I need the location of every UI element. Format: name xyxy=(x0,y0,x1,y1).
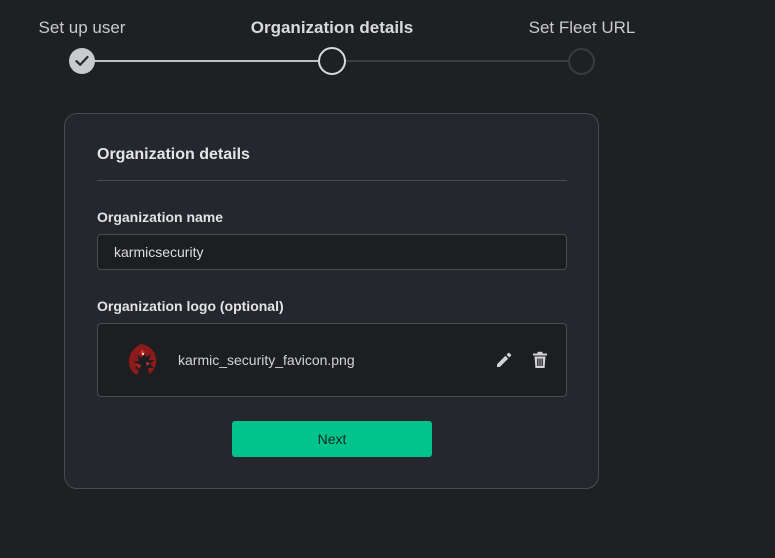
edit-logo-button[interactable] xyxy=(494,350,514,370)
organization-details-card: Organization details Organization name O… xyxy=(64,113,599,489)
next-button[interactable]: Next xyxy=(232,421,432,457)
organization-name-label: Organization name xyxy=(97,209,224,225)
step-connector-pending xyxy=(346,60,568,62)
organization-logo-label: Organization logo (optional) xyxy=(97,298,284,314)
step-1-complete-indicator xyxy=(69,48,95,74)
delete-logo-button[interactable] xyxy=(530,350,550,370)
step-3-pending-indicator xyxy=(568,48,595,75)
organization-logo-upload[interactable]: karmic_security_favicon.png xyxy=(97,323,567,397)
step-2-current-indicator xyxy=(318,47,346,75)
step-connector-completed xyxy=(94,60,318,62)
divider xyxy=(97,180,567,181)
step-label-organization-details: Organization details xyxy=(250,18,414,37)
logo-filename: karmic_security_favicon.png xyxy=(178,352,355,368)
trash-icon xyxy=(533,351,547,368)
card-title: Organization details xyxy=(97,146,250,163)
dragon-logo-icon xyxy=(128,344,157,375)
checkmark-icon xyxy=(75,55,89,66)
organization-name-input[interactable] xyxy=(97,234,567,270)
step-label-set-up-user: Set up user xyxy=(38,18,126,37)
step-label-set-fleet-url: Set Fleet URL xyxy=(528,18,636,37)
pencil-icon xyxy=(497,352,512,367)
